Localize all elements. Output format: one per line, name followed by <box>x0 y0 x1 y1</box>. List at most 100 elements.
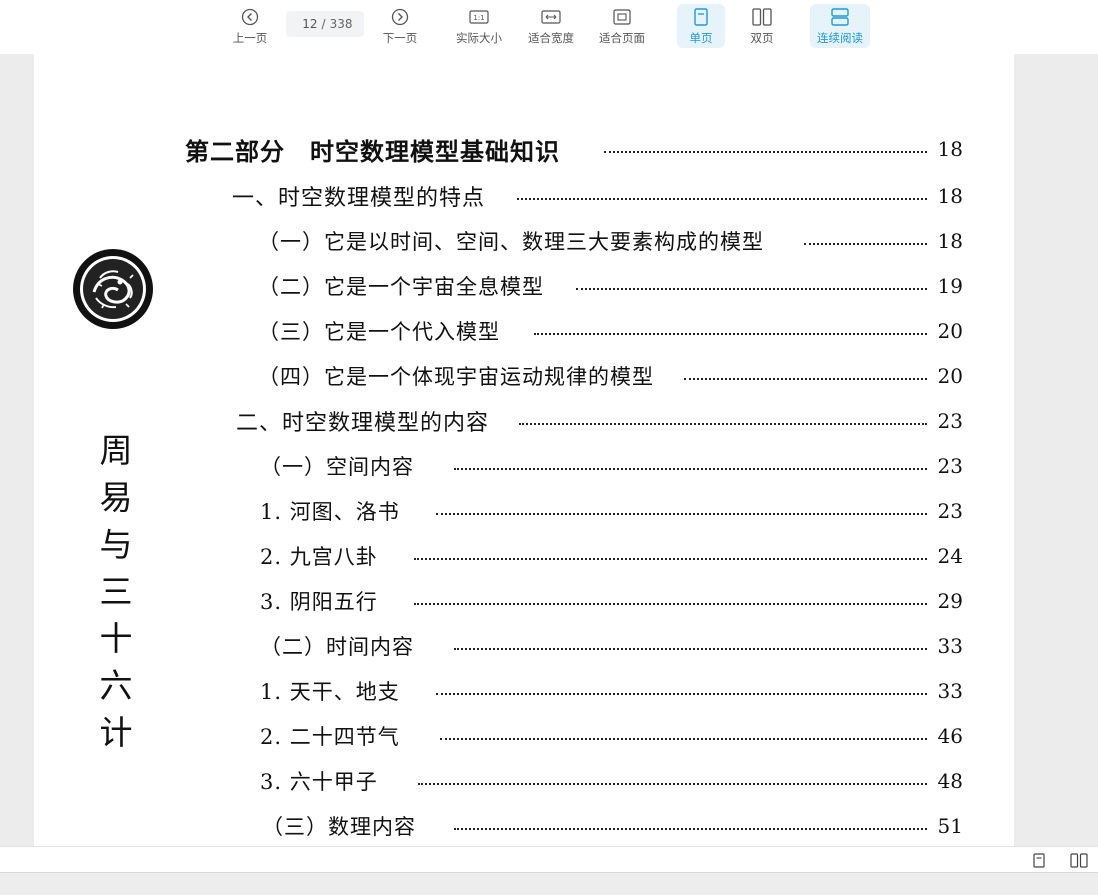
side-title-char: 三 <box>99 572 133 611</box>
toc-entry-text: （二）它是一个宇宙全息模型 <box>258 275 544 299</box>
toc-entry-page: 23 <box>937 499 963 523</box>
toc-entry-text: 一、时空数理模型的特点 <box>232 186 486 211</box>
toc-leader-dots <box>454 828 927 830</box>
double-page-icon <box>752 7 772 27</box>
toc-leader-dots <box>435 693 927 695</box>
actual-size-button[interactable]: 1:1 实际大小 <box>451 4 507 48</box>
toc-entry-text: （四）它是一个体现宇宙运动规律的模型 <box>258 365 654 389</box>
toc-entry-text: 第二部分 时空数理模型基础知识 <box>185 136 560 166</box>
toc-entry: 3. 六十甲子 48 <box>260 765 963 797</box>
toc-entry-page: 48 <box>937 769 963 793</box>
side-title-char: 六 <box>99 666 133 705</box>
fit-width-button[interactable]: 适合宽度 <box>524 4 578 48</box>
toc-entry-page: 46 <box>937 724 963 748</box>
toc-entry-page: 33 <box>937 679 963 703</box>
toc-entry-text: 2. 二十四节气 <box>260 725 400 749</box>
actual-size-icon: 1:1 <box>469 7 489 27</box>
next-page-button[interactable]: 下一页 <box>376 4 424 48</box>
toc-entry-page: 51 <box>937 814 963 838</box>
toc-leader-dots <box>413 603 927 605</box>
double-page-button[interactable]: 双页 <box>738 4 786 48</box>
toc-entry: （二）它是一个宇宙全息模型 19 <box>258 270 963 302</box>
actual-size-icon-text: 1:1 <box>473 14 484 22</box>
side-title-char: 十 <box>99 619 133 658</box>
toc-leader-dots <box>454 648 927 650</box>
toc-leader-dots <box>439 738 927 740</box>
toc-entry-text: （二）时间内容 <box>260 635 414 659</box>
toc-leader-dots <box>417 783 927 785</box>
single-page-icon <box>694 7 708 27</box>
page-number-input[interactable] <box>297 17 318 31</box>
single-page-view-icon[interactable] <box>1030 852 1048 868</box>
toc-leader-dots <box>517 198 927 200</box>
toc-leader-dots <box>413 558 927 560</box>
toc-entry-page: 20 <box>937 319 963 343</box>
toc-entry-page: 18 <box>937 229 963 253</box>
single-page-button[interactable]: 单页 <box>677 4 725 48</box>
fit-page-label: 适合页面 <box>599 31 645 45</box>
toc-entry: （一）空间内容 23 <box>260 450 963 482</box>
fit-page-icon <box>613 7 631 27</box>
toc-entry-page: 23 <box>937 409 963 433</box>
toc-entry-heading: 第二部分 时空数理模型基础知识 18 <box>185 133 963 166</box>
toc-entry: （一）它是以时间、空间、数理三大要素构成的模型 18 <box>258 225 963 257</box>
dragon-seal-emblem <box>72 248 154 330</box>
toc-leader-dots <box>576 288 927 290</box>
toc-leader-dots <box>604 151 927 153</box>
toc-leader-dots <box>519 423 927 425</box>
toc-entry-page: 18 <box>937 184 963 208</box>
continuous-reading-label: 连续阅读 <box>817 31 863 45</box>
window-bottom-strip <box>0 872 1098 895</box>
page-indicator[interactable]: / 338 <box>286 11 364 37</box>
side-title-char: 与 <box>99 525 133 564</box>
toc-entry-text: 2. 九宫八卦 <box>260 545 378 569</box>
toc-entry: 1. 天干、地支 33 <box>260 675 963 707</box>
fit-width-icon <box>541 7 561 27</box>
toc-leader-dots <box>435 513 927 515</box>
double-page-label: 双页 <box>750 31 774 45</box>
status-bar <box>0 846 1098 873</box>
toc-entry-text: 1. 河图、洛书 <box>260 500 400 524</box>
continuous-reading-icon <box>831 7 849 27</box>
toc-entry: 1. 河图、洛书 23 <box>260 495 963 527</box>
toc-entry-text: （三）数理内容 <box>262 815 416 839</box>
toc-entry: 3. 阴阳五行 29 <box>260 585 963 617</box>
fit-width-label: 适合宽度 <box>528 31 574 45</box>
toc-entry-text: 二、时空数理模型的内容 <box>236 411 490 436</box>
toc-leader-dots <box>454 468 927 470</box>
toc-entry: 2. 九宫八卦 24 <box>260 540 963 572</box>
toc-entry-text: 1. 天干、地支 <box>260 680 400 704</box>
toc-entry-page: 33 <box>937 634 963 658</box>
page-separator: / <box>321 17 326 31</box>
toc-entry-page: 23 <box>937 454 963 478</box>
reader-toolbar: 上一页 / 338 下一页 1:1 实际大小 适合宽度 适合页面 单页 <box>0 0 1098 54</box>
toc-leader-dots <box>534 333 927 335</box>
single-page-label: 单页 <box>689 31 713 45</box>
toc-entry: （三）它是一个代入模型 20 <box>258 315 963 347</box>
toc-entry-text: （一）空间内容 <box>260 455 414 479</box>
toc-entry-page: 24 <box>937 544 963 568</box>
fit-page-button[interactable]: 适合页面 <box>595 4 649 48</box>
toc-entry-page: 18 <box>937 137 963 161</box>
chevron-left-circle-icon <box>241 7 259 27</box>
page-total: 338 <box>329 17 353 31</box>
toc-entry-page: 19 <box>937 274 963 298</box>
toc-entry-page: 20 <box>937 364 963 388</box>
toc-entry: （三）数理内容 51 <box>262 810 963 842</box>
prev-page-button[interactable]: 上一页 <box>226 4 274 48</box>
toc-entry-text: （一）它是以时间、空间、数理三大要素构成的模型 <box>258 230 764 254</box>
toc-entry: 2. 二十四节气 46 <box>260 720 963 752</box>
toc-entry-text: 3. 六十甲子 <box>260 770 378 794</box>
toc-entry: 二、时空数理模型的内容 23 <box>236 405 963 437</box>
toc-entry: （二）时间内容 33 <box>260 630 963 662</box>
chevron-right-circle-icon <box>391 7 409 27</box>
continuous-reading-button[interactable]: 连续阅读 <box>810 4 870 48</box>
toc-entry: 一、时空数理模型的特点 18 <box>232 180 963 212</box>
next-page-label: 下一页 <box>382 31 418 45</box>
toc-leader-dots <box>804 243 927 245</box>
side-title-char: 计 <box>99 713 133 752</box>
toc-entry-text: （三）它是一个代入模型 <box>258 320 500 344</box>
side-title-char: 易 <box>99 478 133 517</box>
prev-page-label: 上一页 <box>232 31 268 45</box>
double-page-view-icon[interactable] <box>1070 852 1088 868</box>
